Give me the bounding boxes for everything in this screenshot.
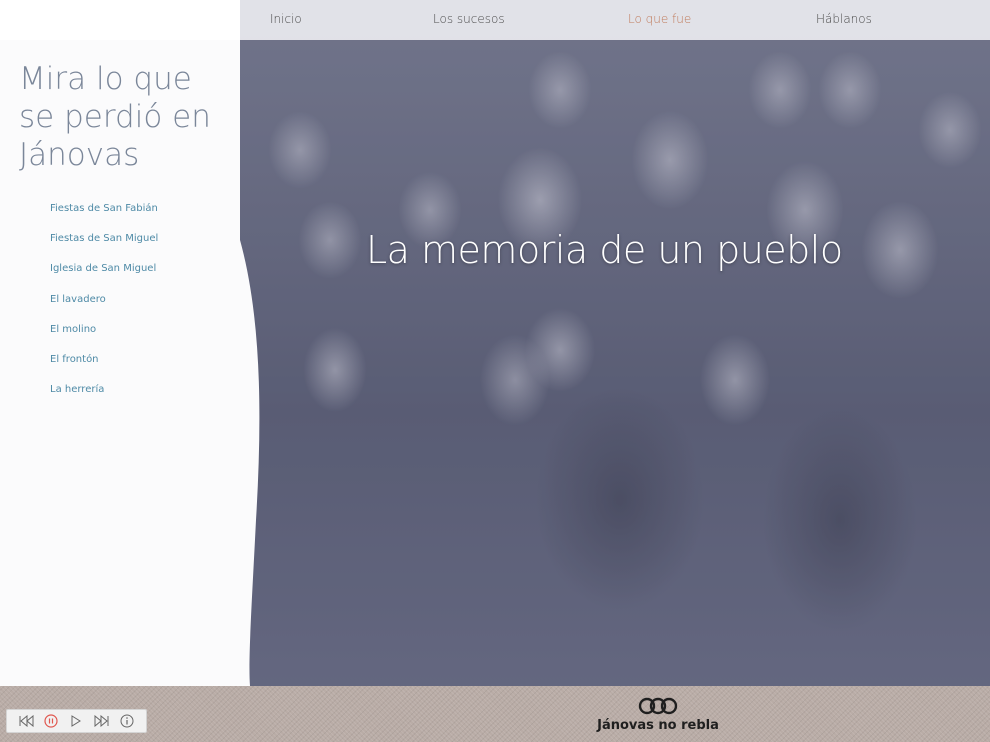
next-icon[interactable] [94, 713, 110, 729]
brand-name: Jánovas no rebla [597, 718, 719, 733]
top-navigation: Inicio Los sucesos Lo que fue Háblanos [240, 0, 990, 40]
sidebar: Mira lo que se perdió en Jánovas Fiestas… [0, 0, 250, 686]
sidebar-link-iglesia-san-miguel[interactable]: Iglesia de San Miguel [50, 263, 158, 293]
nav-lo-que-fue[interactable]: Lo que fue [628, 12, 691, 26]
sidebar-link-fiestas-san-miguel[interactable]: Fiestas de San Miguel [50, 233, 158, 263]
nav-inicio[interactable]: Inicio [270, 12, 302, 26]
info-icon[interactable] [119, 713, 135, 729]
brand[interactable]: Jánovas no rebla [588, 696, 728, 733]
sidebar-link-el-molino[interactable]: El molino [50, 324, 158, 354]
pause-icon[interactable] [43, 713, 59, 729]
play-icon[interactable] [68, 713, 84, 729]
hero-overlay [240, 0, 990, 686]
brand-logo-icon [638, 697, 678, 715]
nav-los-sucesos[interactable]: Los sucesos [433, 12, 505, 26]
sidebar-link-el-lavadero[interactable]: El lavadero [50, 294, 158, 324]
previous-icon[interactable] [18, 713, 34, 729]
hero-photo: La memoria de un pueblo [240, 0, 990, 686]
sidebar-link-el-fronton[interactable]: El frontón [50, 354, 158, 384]
footer-bar: Jánovas no rebla [0, 686, 990, 742]
sidebar-links: Fiestas de San Fabián Fiestas de San Mig… [50, 203, 158, 414]
sidebar-link-la-herreria[interactable]: La herrería [50, 384, 158, 414]
audio-player [6, 709, 147, 733]
sidebar-link-fiestas-san-fabian[interactable]: Fiestas de San Fabián [50, 203, 158, 233]
hero-title: La memoria de un pueblo [366, 228, 843, 272]
sidebar-title: Mira lo que se perdió en Jánovas [19, 61, 211, 173]
nav-hablanos[interactable]: Háblanos [816, 12, 872, 26]
